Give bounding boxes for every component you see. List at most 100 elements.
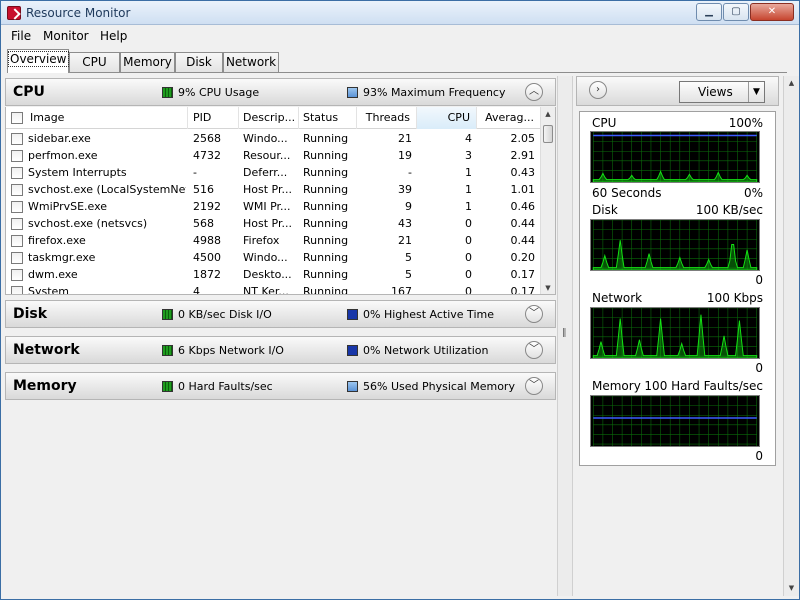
process-average-cpu: 0.44 — [510, 234, 536, 247]
process-threads: 9 — [405, 200, 412, 213]
table-row[interactable]: System 4 NT Ker... Running 167 0 0.17 — [6, 284, 541, 295]
process-status: Running — [303, 268, 349, 281]
disk-graph-min: 0 — [755, 273, 763, 287]
scroll-up-arrow-icon[interactable]: ▲ — [541, 107, 555, 121]
process-pid: 4988 — [193, 234, 221, 247]
scroll-up-arrow-icon[interactable]: ▲ — [784, 76, 799, 91]
process-pid: 2568 — [193, 132, 221, 145]
disk-graph-label: Disk — [592, 203, 618, 217]
scroll-down-arrow-icon[interactable]: ▼ — [541, 281, 555, 294]
menu-bar: File Monitor Help — [1, 26, 799, 46]
network-section-title: Network — [13, 342, 80, 358]
process-image: perfmon.exe — [28, 149, 98, 162]
table-row[interactable]: svchost.exe (netsvcs) 568 Host Pr... Runnin… — [6, 216, 541, 233]
network-io-text: 6 Kbps Network I/O — [178, 344, 284, 357]
tab-memory[interactable]: Memory — [120, 52, 175, 72]
table-row[interactable]: System Interrupts - Deferr... Running - 1 0.43 — [6, 165, 541, 182]
tab-disk[interactable]: Disk — [175, 52, 223, 72]
memory-section-title: Memory — [13, 378, 77, 394]
table-row[interactable]: svchost.exe (LocalSystemNet... 516 Host Pr… — [6, 182, 541, 199]
column-description[interactable]: Descrip... — [239, 107, 299, 129]
row-checkbox[interactable] — [11, 150, 23, 162]
close-button[interactable]: ✕ — [750, 3, 794, 21]
collapse-chevron-icon[interactable]: ︿ — [525, 83, 543, 101]
row-checkbox[interactable] — [11, 269, 23, 281]
cpu-frequency-text: 93% Maximum Frequency — [363, 86, 506, 99]
table-scrollbar[interactable]: ▲ ▼ — [540, 107, 555, 294]
cpu-graph — [590, 131, 760, 183]
process-pid: - — [193, 166, 197, 179]
column-cpu[interactable]: CPU — [417, 107, 477, 129]
disk-io-text: 0 KB/sec Disk I/O — [178, 308, 272, 321]
process-description: Host Pr... — [243, 183, 292, 196]
table-row[interactable]: perfmon.exe 4732 Resour... Running 19 3 2.91 — [6, 148, 541, 165]
process-status: Running — [303, 183, 349, 196]
column-threads[interactable]: Threads — [357, 107, 417, 129]
scroll-down-arrow-icon[interactable]: ▼ — [784, 581, 799, 596]
window-scrollbar[interactable]: ▲ ▼ — [783, 76, 799, 596]
row-checkbox[interactable] — [11, 235, 23, 247]
collapse-graphs-chevron-icon[interactable]: › — [589, 81, 607, 99]
expand-chevron-icon[interactable]: ﹀ — [525, 377, 543, 395]
pane-splitter[interactable]: ‖ — [557, 76, 573, 596]
process-threads: 5 — [405, 251, 412, 264]
menu-monitor[interactable]: Monitor — [43, 29, 89, 43]
table-row[interactable]: sidebar.exe 2568 Windo... Running 21 4 2.05 — [6, 131, 541, 148]
menu-file[interactable]: File — [11, 29, 31, 43]
expand-chevron-icon[interactable]: ﹀ — [525, 305, 543, 323]
memory-graph-label: Memory — [592, 379, 641, 393]
network-activity-trace — [592, 314, 758, 358]
process-description: WMI Pr... — [243, 200, 291, 213]
row-checkbox[interactable] — [11, 252, 23, 264]
process-description: Resour... — [243, 149, 291, 162]
process-pid: 4732 — [193, 149, 221, 162]
minimize-button[interactable]: ▁ — [696, 3, 722, 21]
network-util-legend-icon — [347, 345, 358, 356]
title-bar[interactable]: Resource Monitor ▁ ▢ ✕ — [1, 1, 799, 25]
cpu-usage-trace — [592, 170, 758, 182]
row-checkbox[interactable] — [11, 218, 23, 230]
table-row[interactable]: firefox.exe 4988 Firefox Running 21 0 0.44 — [6, 233, 541, 250]
dropdown-arrow-icon[interactable]: ▼ — [748, 82, 764, 102]
table-row[interactable]: WmiPrvSE.exe 2192 WMI Pr... Running 9 1 0.46 — [6, 199, 541, 216]
row-checkbox[interactable] — [11, 133, 23, 145]
network-util-text: 0% Network Utilization — [363, 344, 489, 357]
process-status: Running — [303, 200, 349, 213]
maximize-button[interactable]: ▢ — [723, 3, 749, 21]
scroll-thumb[interactable] — [543, 125, 553, 143]
select-all-checkbox[interactable] — [11, 112, 23, 124]
overview-pane: CPU 9% CPU Usage 93% Maximum Frequency ︿… — [5, 76, 557, 596]
memory-section-header[interactable]: Memory 0 Hard Faults/sec 56% Used Physic… — [5, 372, 556, 400]
memory-used-legend-icon — [347, 381, 358, 392]
tab-cpu[interactable]: CPU — [69, 52, 120, 72]
row-checkbox[interactable] — [11, 201, 23, 213]
process-description: Windo... — [243, 251, 288, 264]
column-average-cpu[interactable]: Averag... — [477, 107, 541, 129]
cpu-frequency-legend-icon — [347, 87, 358, 98]
process-image: svchost.exe (LocalSystemNet... — [28, 183, 186, 196]
table-row[interactable]: dwm.exe 1872 Deskto... Running 5 0 0.17 — [6, 267, 541, 284]
row-checkbox[interactable] — [11, 286, 23, 294]
views-dropdown[interactable]: Views ▼ — [679, 81, 765, 103]
network-section-header[interactable]: Network 6 Kbps Network I/O 0% Network Ut… — [5, 336, 556, 364]
row-checkbox[interactable] — [11, 167, 23, 179]
row-checkbox[interactable] — [11, 184, 23, 196]
process-cpu: 3 — [465, 149, 472, 162]
disk-section-header[interactable]: Disk 0 KB/sec Disk I/O 0% Highest Active… — [5, 300, 556, 328]
process-status: Running — [303, 132, 349, 145]
menu-help[interactable]: Help — [100, 29, 127, 43]
expand-chevron-icon[interactable]: ﹀ — [525, 341, 543, 359]
cpu-section-header[interactable]: CPU 9% CPU Usage 93% Maximum Frequency ︿ — [5, 78, 556, 106]
process-pid: 4 — [193, 285, 200, 295]
tab-network[interactable]: Network — [223, 52, 279, 72]
table-row[interactable]: taskmgr.exe 4500 Windo... Running 5 0 0.20 — [6, 250, 541, 267]
process-image: dwm.exe — [28, 268, 78, 281]
network-io-legend-icon — [162, 345, 173, 356]
process-threads: 21 — [398, 234, 412, 247]
splitter-grip-icon[interactable]: ‖ — [562, 328, 568, 340]
process-status: Running — [303, 149, 349, 162]
column-pid[interactable]: PID — [189, 107, 239, 129]
column-image[interactable]: Image — [26, 107, 188, 129]
tab-overview[interactable]: Overview — [7, 49, 69, 73]
column-status[interactable]: Status — [299, 107, 357, 129]
